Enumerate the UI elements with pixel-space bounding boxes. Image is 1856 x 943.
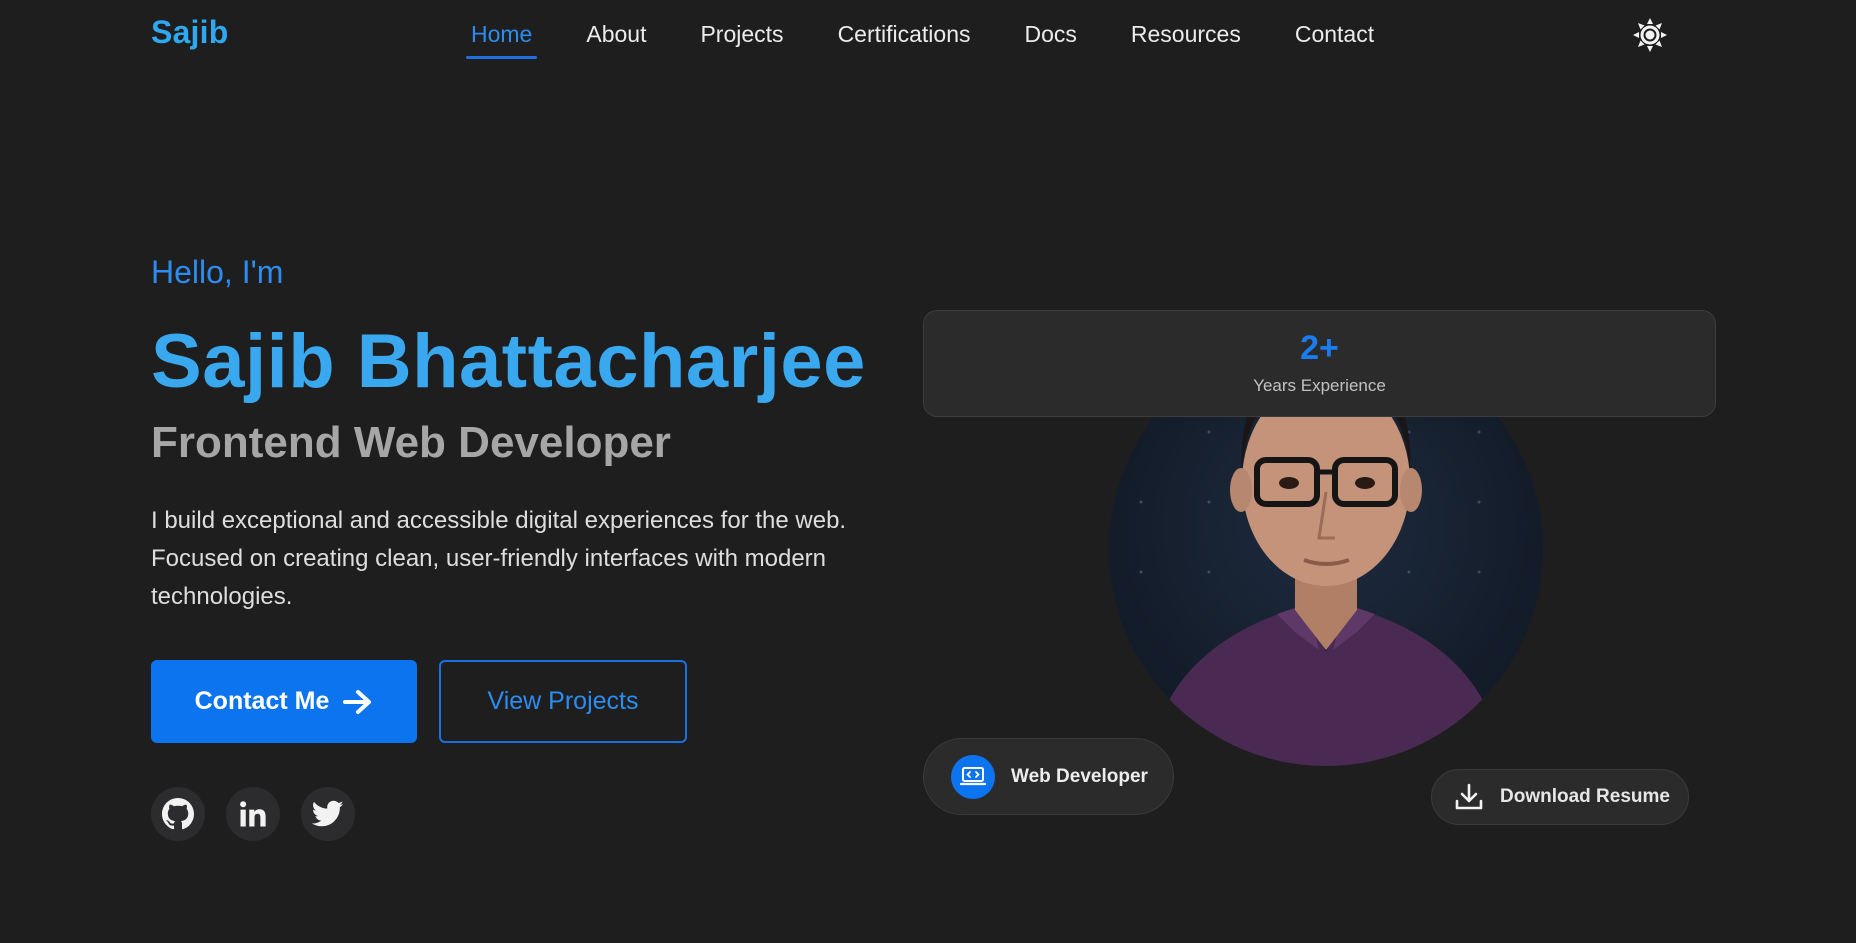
nav-link-docs[interactable]: Docs <box>1017 0 1085 60</box>
download-icon <box>1455 783 1483 810</box>
code-laptop-icon-wrap <box>951 754 995 799</box>
download-resume-label: Download Resume <box>1500 786 1670 807</box>
greeting: Hello, I'm <box>151 254 284 290</box>
social-links <box>151 787 355 841</box>
site-logo[interactable]: Sajib <box>151 14 228 51</box>
experience-label: Years Experience <box>1253 376 1386 395</box>
twitter-link[interactable] <box>301 787 355 841</box>
linkedin-link[interactable] <box>226 787 280 841</box>
hero-bio: I build exceptional and accessible digit… <box>151 507 847 610</box>
web-developer-badge: Web Developer <box>923 738 1174 815</box>
nav-links: Home About Projects Certifications Docs … <box>463 0 1420 60</box>
hero-role: Frontend Web Developer <box>151 418 671 467</box>
github-icon <box>162 798 194 830</box>
web-developer-label: Web Developer <box>1011 765 1148 787</box>
code-laptop-icon <box>960 766 986 785</box>
contact-me-label: Contact Me <box>194 687 330 715</box>
nav-link-about[interactable]: About <box>578 0 654 60</box>
twitter-icon <box>312 800 344 827</box>
hero-name: Sajib Bhattacharjee <box>151 319 866 404</box>
arrow-right-icon <box>343 689 372 714</box>
nav-link-contact[interactable]: Contact <box>1287 0 1382 60</box>
nav-link-resources[interactable]: Resources <box>1123 0 1249 60</box>
download-resume-button[interactable]: Download Resume <box>1431 769 1689 825</box>
github-link[interactable] <box>151 787 205 841</box>
view-projects-button[interactable]: View Projects <box>439 660 687 743</box>
nav-link-projects[interactable]: Projects <box>692 0 791 60</box>
linkedin-icon <box>240 801 266 827</box>
theme-toggle-button[interactable] <box>1632 17 1668 53</box>
experience-value: 2+ <box>1300 329 1339 367</box>
nav-link-home[interactable]: Home <box>463 0 540 60</box>
top-nav: Sajib Home About Projects Certifications… <box>0 0 1856 68</box>
sun-icon <box>1633 18 1667 52</box>
portfolio-page: Sajib Home About Projects Certifications… <box>0 0 1856 943</box>
experience-card: 2+ Years Experience <box>923 310 1716 417</box>
contact-me-button[interactable]: Contact Me <box>151 660 417 743</box>
nav-link-certifications[interactable]: Certifications <box>830 0 979 60</box>
